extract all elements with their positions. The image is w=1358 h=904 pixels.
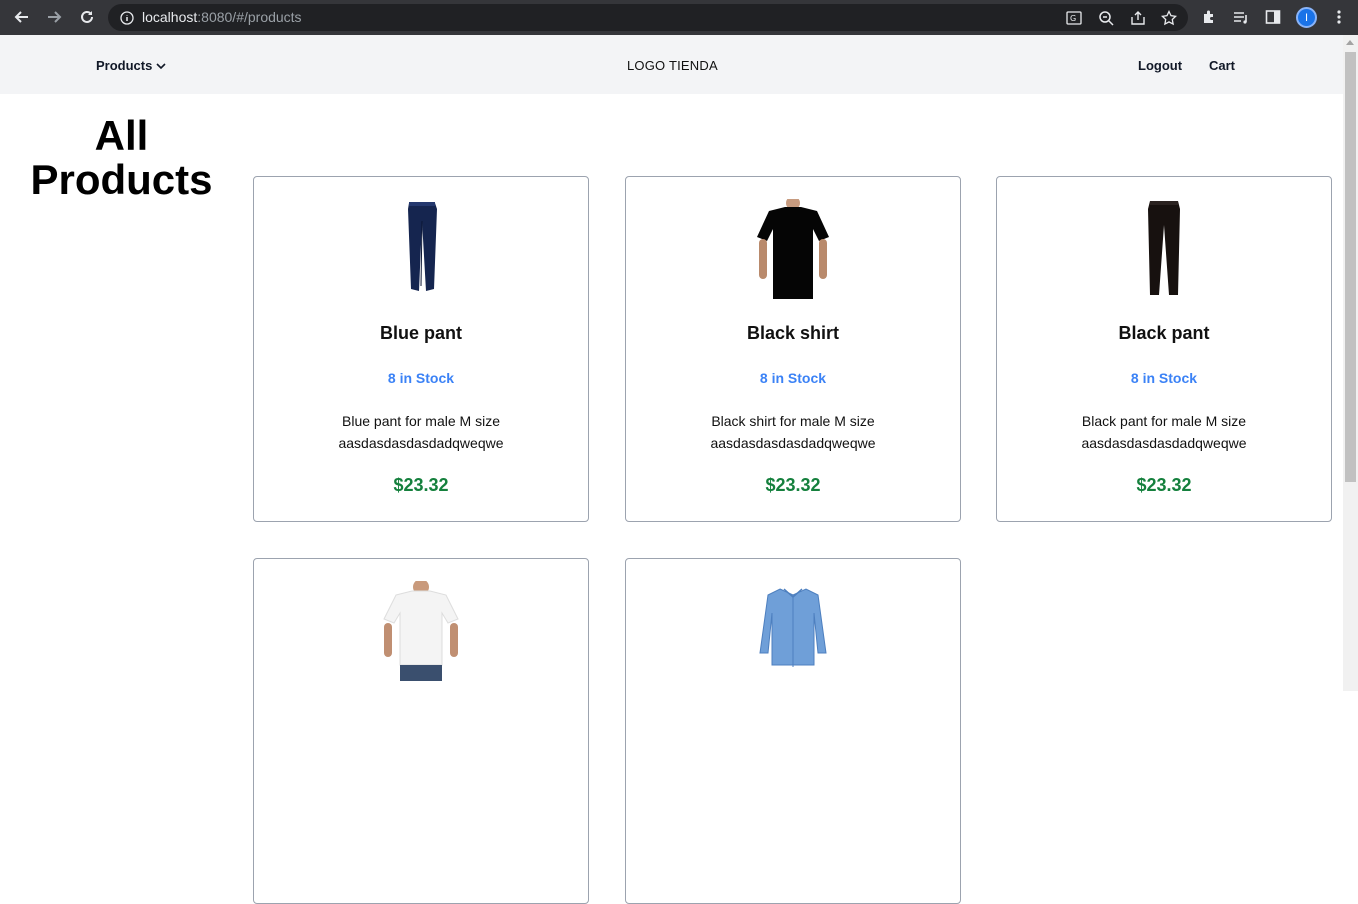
product-image-black-shirt	[626, 199, 960, 299]
product-card[interactable]	[625, 558, 961, 904]
profile-avatar[interactable]: I	[1296, 7, 1317, 28]
zoom-icon[interactable]	[1097, 9, 1115, 27]
product-image-black-pant	[997, 199, 1331, 299]
extensions-icon[interactable]	[1200, 8, 1218, 26]
back-arrow-icon[interactable]	[11, 6, 33, 28]
products-dropdown[interactable]: Products	[96, 58, 167, 73]
cart-link[interactable]: Cart	[1209, 58, 1235, 73]
site-info-icon[interactable]	[118, 9, 136, 27]
product-card[interactable]: Black shirt 8 in Stock Black shirt for m…	[625, 176, 961, 522]
browser-toolbar: localhost:8080/#/products G I	[0, 0, 1358, 35]
product-card[interactable]: Blue pant 8 in Stock Blue pant for male …	[253, 176, 589, 522]
product-description: Blue pant for male M size aasdasdasdasda…	[338, 413, 504, 451]
product-name: Black pant	[1118, 323, 1210, 343]
site-header: Products LOGO TIENDA Logout Cart	[0, 35, 1343, 94]
product-image-blue-pant	[254, 199, 588, 299]
translate-icon[interactable]: G	[1065, 9, 1083, 27]
reload-icon[interactable]	[76, 6, 98, 28]
chevron-down-icon	[156, 62, 166, 69]
product-card[interactable]: Black pant 8 in Stock Black pant for mal…	[996, 176, 1332, 522]
product-image-white-tshirt	[254, 581, 588, 681]
url-path: :8080/#/products	[197, 9, 302, 25]
product-price: $23.32	[393, 475, 449, 495]
forward-arrow-icon[interactable]	[43, 6, 65, 28]
url-host: localhost	[142, 9, 198, 25]
share-icon[interactable]	[1129, 9, 1147, 27]
reading-list-icon[interactable]	[1232, 8, 1250, 26]
scrollbar-thumb[interactable]	[1345, 52, 1356, 482]
product-description: Black shirt for male M size aasdasdasdas…	[710, 413, 876, 451]
stock-count: 8 in Stock	[759, 370, 827, 386]
stock-count: 8 in Stock	[1130, 370, 1198, 386]
product-name: Blue pant	[379, 323, 462, 343]
product-image-blue-dress-shirt	[626, 581, 960, 681]
logout-button[interactable]: Logout	[1138, 58, 1182, 73]
url-text: localhost:8080/#/products	[142, 9, 302, 25]
products-label: Products	[96, 58, 153, 73]
address-bar[interactable]: localhost:8080/#/products G	[108, 4, 1188, 31]
bookmark-star-icon[interactable]	[1160, 9, 1178, 27]
scroll-up-arrow-icon[interactable]	[1346, 40, 1354, 45]
product-description: Black pant for male M size aasdasdasdasd…	[1081, 413, 1247, 451]
store-logo[interactable]: LOGO TIENDA	[627, 58, 718, 73]
side-panel-icon[interactable]	[1264, 8, 1282, 26]
product-name: Black shirt	[746, 323, 840, 343]
svg-text:G: G	[1070, 14, 1076, 23]
stock-count: 8 in Stock	[387, 370, 455, 386]
product-price: $23.32	[1136, 475, 1192, 495]
more-menu-icon[interactable]	[1330, 8, 1348, 26]
page-title: All Products	[30, 112, 213, 203]
product-price: $23.32	[765, 475, 821, 495]
product-card[interactable]	[253, 558, 589, 904]
